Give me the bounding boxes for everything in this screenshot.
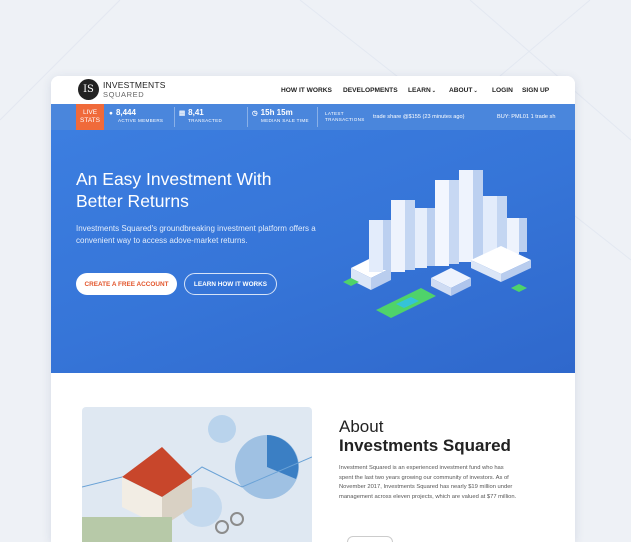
live-stats-badge: LIVE STATS [76,104,104,130]
nav-developments[interactable]: DEVELOPMENTS [343,87,398,94]
live-label: LIVE [82,109,98,116]
nav-learn[interactable]: LEARN⌄ [408,87,436,94]
divider [247,107,248,127]
stat-median-sale-time: ◷ 15h 15m MEDIAN SALE TIME [252,108,309,128]
stat-value: 15h 15m [260,108,293,117]
ticker-item: trade share @$155 (23 minutes ago) [373,114,465,120]
site-header: IS INVESTMENTS SQUARED HOW IT WORKS DEVE… [51,76,575,104]
clock-icon: ◷ [252,110,258,117]
nav-how-it-works[interactable]: HOW IT WORKS [281,87,332,94]
card-icon: ▤ [179,110,186,117]
isometric-city-illustration [343,170,531,318]
browser-frame: IS INVESTMENTS SQUARED HOW IT WORKS DEVE… [51,76,575,542]
nav-label: LOGIN [492,87,513,94]
about-title-line2: Investments Squared [339,436,511,455]
user-icon: ● [109,110,113,117]
latest-line2: TRANSACTIONS [325,117,365,122]
chevron-down-icon: ⌄ [473,88,478,94]
about-title-line1: About [339,417,384,436]
divider [174,107,175,127]
stat-label: TRANSACTED [188,118,223,123]
nav-label: SIGN UP [522,87,550,94]
stat-label: MEDIAN SALE TIME [261,118,309,123]
ticker-item: BUY: PML01 1 trade sh [497,114,556,120]
about-button[interactable] [347,536,393,542]
stat-transacted: ▤ 8,41 TRANSACTED [179,108,222,128]
hero-section: An Easy Investment With Better Returns I… [51,130,575,373]
stat-value: 8,41 [188,108,204,117]
about-text: Investment Squared is an experienced inv… [339,465,517,500]
hero-description: Investments Squared's groundbreaking inv… [76,224,316,245]
chevron-down-icon: ⌄ [431,88,436,94]
live-stats-bar: LIVE STATS ● 8,444 ACTIVE MEMBERS ▤ 8,41 T… [51,104,575,130]
create-account-button[interactable]: CREATE A FREE ACCOUNT [76,273,177,295]
stat-active-members: ● 8,444 ACTIVE MEMBERS [109,108,163,128]
stat-value: 8,444 [115,108,136,117]
about-section: About Investments Squared Investment Squ… [51,373,575,542]
nav-about[interactable]: ABOUT⌄ [449,87,478,94]
divider [317,107,318,127]
stat-label: ACTIVE MEMBERS [118,118,164,123]
nav-label: LEARN [408,87,431,94]
nav-sign-up[interactable]: SIGN UP [522,87,549,94]
main-nav: HOW IT WORKS DEVELOPMENTS LEARN⌄ ABOUT⌄ … [51,87,575,97]
nav-label: HOW IT WORKS [281,87,332,94]
nav-label: ABOUT [449,87,473,94]
learn-how-it-works-button[interactable]: LEARN HOW IT WORKS [184,273,277,295]
stats-label: STATS [80,117,100,124]
hero-title: An Easy Investment With Better Returns [76,168,336,212]
hero-title-line2: Better Returns [76,191,189,211]
nav-login[interactable]: LOGIN [492,87,513,94]
latest-transactions-label: LATEST TRANSACTIONS [325,111,365,123]
hero-title-line1: An Easy Investment With [76,169,272,189]
about-photo [82,407,312,542]
nav-label: DEVELOPMENTS [343,87,398,94]
